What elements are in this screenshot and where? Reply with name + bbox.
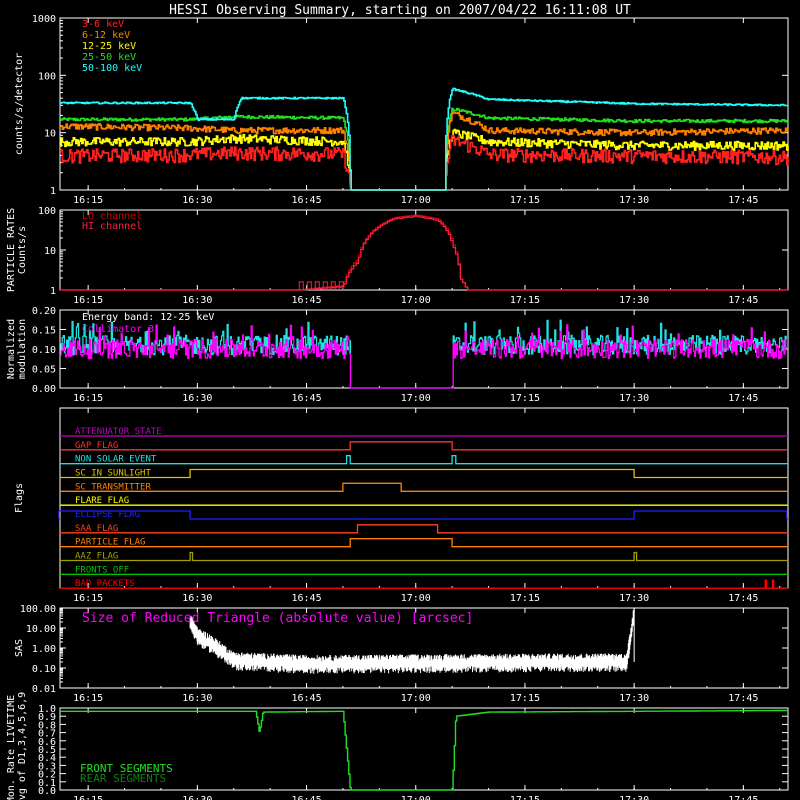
legend-entry: Collimator 3	[82, 324, 154, 335]
x-tick-label: 17:15	[510, 693, 540, 704]
legend-entry: Size of Reduced Triangle (absolute value…	[82, 611, 473, 626]
flag-label: SAA FLAG	[75, 524, 118, 534]
x-tick-label: 17:00	[401, 195, 431, 206]
x-tick-label: 16:45	[291, 693, 321, 704]
x-tick-label: 16:15	[73, 195, 103, 206]
legend-entry: 25-50 keV	[82, 52, 136, 63]
figure-title: HESSI Observing Summary, starting on 200…	[169, 3, 631, 18]
y-axis-label-line: modulation	[17, 319, 28, 379]
y-axis-label-line: avg of D1,3,4,5,6,9	[17, 692, 28, 800]
flag-label: SC IN SUNLIGHT	[75, 469, 151, 479]
x-tick-label: 17:15	[510, 195, 540, 206]
x-tick-label: 17:45	[728, 795, 758, 800]
y-tick-label: 0.20	[32, 306, 56, 317]
x-tick-label: 16:30	[182, 295, 212, 306]
flag-label: ATTENUATOR STATE	[75, 427, 162, 437]
y-tick-label: 1000	[32, 14, 56, 25]
y-tick-label: 0.15	[32, 326, 56, 337]
flag-label: BAD PACKETS	[75, 579, 135, 589]
y-tick-label: 100	[38, 206, 56, 217]
flag-label: GAP FLAG	[75, 441, 118, 451]
x-tick-label: 17:00	[401, 693, 431, 704]
x-tick-label: 17:15	[510, 593, 540, 604]
y-tick-label: 0.00	[32, 384, 56, 395]
y-tick-label: 0.01	[32, 684, 56, 695]
x-tick-label: 17:30	[619, 393, 649, 404]
y-tick-label: 0.05	[32, 365, 56, 376]
x-tick-label: 17:15	[510, 295, 540, 306]
x-tick-label: 16:15	[73, 295, 103, 306]
x-tick-label: 16:30	[182, 795, 212, 800]
x-tick-label: 16:15	[73, 693, 103, 704]
y-axis-label-line: counts/s/detector	[14, 53, 25, 155]
y-axis-label-line: Mon. Rate LIVETIME	[6, 695, 17, 800]
x-tick-label: 17:00	[401, 393, 431, 404]
y-axis-label-line: Counts/s	[17, 226, 28, 274]
flag-label: FRONTS OFF	[75, 565, 129, 575]
x-tick-label: 16:45	[291, 393, 321, 404]
x-tick-label: 17:30	[619, 195, 649, 206]
x-tick-label: 17:45	[728, 295, 758, 306]
y-tick-label: 10.00	[26, 624, 56, 635]
x-tick-label: 17:30	[619, 795, 649, 800]
flag-label: ECLIPSE FLAG	[75, 510, 140, 520]
x-tick-label: 17:45	[728, 593, 758, 604]
x-tick-label: 17:45	[728, 195, 758, 206]
x-tick-label: 16:15	[73, 593, 103, 604]
x-tick-label: 16:45	[291, 795, 321, 800]
x-tick-label: 16:30	[182, 195, 212, 206]
x-tick-label: 17:00	[401, 295, 431, 306]
x-tick-label: 16:30	[182, 593, 212, 604]
legend-entry: 50-100 keV	[82, 63, 142, 74]
y-tick-label: 100	[38, 71, 56, 82]
y-axis-label: counts/s/detector	[14, 53, 25, 155]
x-tick-label: 17:30	[619, 295, 649, 306]
flag-label: NON SOLAR EVENT	[75, 455, 157, 465]
x-tick-label: 16:15	[73, 795, 103, 800]
x-tick-label: 17:00	[401, 593, 431, 604]
legend-entry: HI channel	[82, 221, 142, 232]
x-tick-label: 17:00	[401, 795, 431, 800]
hessi-summary-figure: HESSI Observing Summary, starting on 200…	[0, 0, 800, 800]
x-tick-label: 17:15	[510, 795, 540, 800]
y-axis-label: Mon. Rate LIVETIMEavg of D1,3,4,5,6,9	[6, 692, 28, 800]
x-tick-label: 16:45	[291, 195, 321, 206]
x-tick-label: 17:30	[619, 593, 649, 604]
x-tick-label: 16:45	[291, 295, 321, 306]
x-tick-label: 16:30	[182, 393, 212, 404]
y-tick-label: 10	[44, 129, 56, 140]
flag-label: SC TRANSMITTER	[75, 482, 151, 492]
y-axis-label-line: Flags	[14, 483, 25, 513]
flag-label: AAZ FLAG	[75, 552, 118, 562]
x-tick-label: 16:45	[291, 593, 321, 604]
x-tick-label: 16:30	[182, 693, 212, 704]
legend-entry: 12-25 keV	[82, 41, 136, 52]
y-axis-label: SAS	[14, 639, 25, 657]
y-tick-label: 1.00	[32, 644, 56, 655]
y-tick-label: 1	[50, 286, 56, 297]
y-tick-label: 0.10	[32, 345, 56, 356]
y-tick-label: 10	[44, 246, 56, 257]
x-tick-label: 16:15	[73, 393, 103, 404]
y-axis-label: Flags	[14, 483, 25, 513]
y-axis-label-line: Normalized	[6, 319, 17, 379]
x-tick-label: 17:30	[619, 693, 649, 704]
x-tick-label: 17:45	[728, 693, 758, 704]
flag-label: PARTICLE FLAG	[75, 538, 145, 548]
y-tick-label: 1.0	[38, 704, 56, 715]
x-tick-label: 17:45	[728, 393, 758, 404]
y-axis-label-line: PARTICLE RATES	[6, 208, 17, 292]
legend-entry: 6-12 keV	[82, 30, 130, 41]
y-tick-label: 100.00	[20, 604, 56, 615]
x-tick-label: 17:15	[510, 393, 540, 404]
flag-label: FLARE FLAG	[75, 496, 129, 506]
legend-entry: 3-6 keV	[82, 19, 124, 30]
y-tick-label: 0.10	[32, 664, 56, 675]
legend-entry: REAR SEGMENTS	[80, 772, 166, 785]
y-axis-label: Normalizedmodulation	[6, 319, 28, 379]
y-tick-label: 1	[50, 186, 56, 197]
energy-band-annotation: Energy band: 12-25 keV	[82, 312, 214, 323]
y-axis-label-line: SAS	[14, 639, 25, 657]
